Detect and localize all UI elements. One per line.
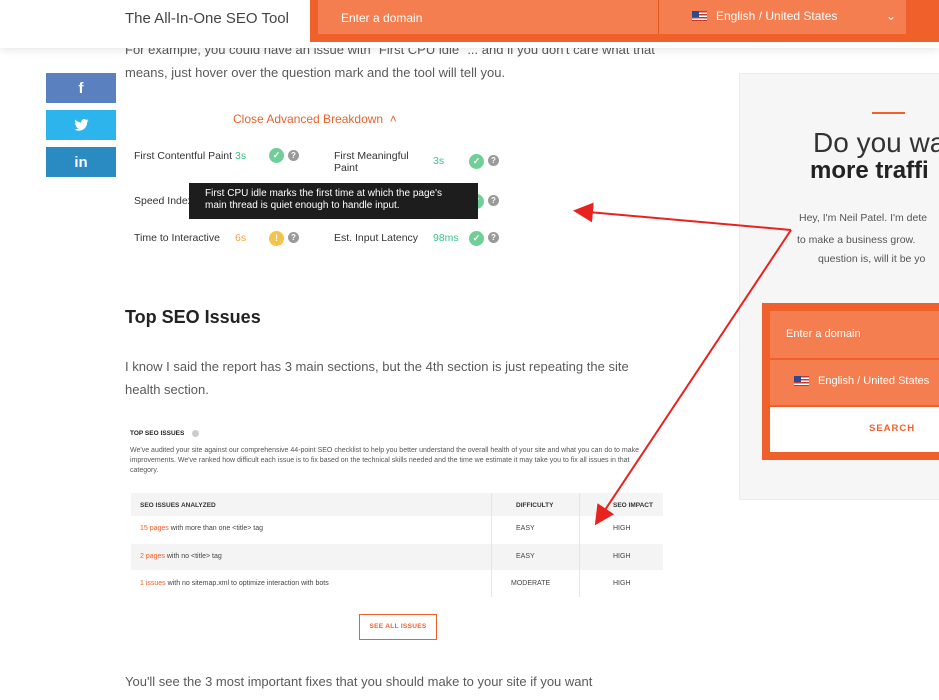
metric-eil-label: Est. Input Latency [334, 232, 419, 244]
sidebar-language: English / United States [794, 375, 929, 387]
see-all-issues-button[interactable]: SEE ALL ISSUES [359, 614, 437, 640]
facebook-icon: f [78, 79, 84, 97]
difficulty-cell: MODERATE [511, 580, 551, 587]
column-header: DIFFICULTY [516, 502, 554, 509]
divider [491, 493, 492, 597]
header-domain-input-group: Enter a domain English / United States ⌄ [318, 0, 906, 34]
facebook-share-button[interactable]: f [46, 73, 116, 103]
sidebar-text: to make a business grow. [797, 234, 916, 246]
linkedin-icon: in [74, 153, 88, 171]
warning-icon: ! [269, 231, 284, 246]
top-header: The All-In-One SEO Tool Enter a domain E… [0, 0, 939, 48]
header-domain-input[interactable]: Enter a domain [341, 11, 422, 25]
sidebar-text: question is, will it be yo [818, 253, 926, 265]
brand-title: The All-In-One SEO Tool [125, 10, 289, 27]
table-row: 15 pages with more than one <title> tag … [131, 516, 663, 542]
help-icon[interactable]: ? [488, 155, 499, 166]
issue-link[interactable]: 15 pages [140, 525, 169, 532]
column-header: SEO ISSUES ANALYZED [140, 502, 216, 509]
info-icon [192, 430, 199, 437]
close-breakdown-label: Close Advanced Breakdown [233, 112, 384, 126]
search-label: SEARCH [869, 423, 916, 434]
accent-divider [872, 112, 905, 114]
sidebar-domain-form: Enter a domain English / United States S… [762, 303, 939, 460]
table-row: 1 issues with no sitemap.xml to optimize… [131, 571, 663, 597]
column-header: SEO IMPACT [613, 502, 653, 509]
metric-eil-value: 98ms [433, 232, 459, 244]
paragraph-sections: I know I said the report has 3 main sect… [125, 359, 629, 397]
metric-tti-value: 6s [235, 232, 247, 244]
sidebar-language-label: English / United States [818, 375, 930, 387]
check-icon: ✓ [469, 231, 484, 246]
table-row: 2 pages with no <title> tag EASY HIGH [131, 544, 663, 570]
impact-cell: HIGH [613, 580, 631, 587]
language-label: English / United States [716, 9, 838, 23]
metric-fcp-label: First Contentful Paint [134, 150, 233, 162]
issue-link[interactable]: 2 pages [140, 553, 165, 560]
section-title: Top SEO Issues [125, 307, 261, 327]
tooltip: First CPU idle marks the first time at w… [189, 183, 478, 219]
paragraph-fixes: You'll see the 3 most important fixes th… [125, 674, 593, 689]
sidebar-text: Hey, I'm Neil Patel. I'm dete [799, 212, 928, 224]
us-flag-icon [692, 11, 707, 21]
table-header: SEO ISSUES ANALYZED DIFFICULTY SEO IMPAC… [131, 493, 663, 516]
report-description: We've audited your site against our comp… [130, 447, 640, 474]
help-icon[interactable]: ? [488, 195, 499, 206]
linkedin-share-button[interactable]: in [46, 147, 116, 177]
difficulty-cell: EASY [516, 553, 535, 560]
metric-fcp-value: 3s [235, 150, 247, 162]
divider [579, 493, 580, 597]
us-flag-icon [794, 376, 809, 386]
header-language-select[interactable]: English / United States [692, 9, 837, 23]
help-icon[interactable]: ? [488, 232, 499, 243]
close-advanced-breakdown-link[interactable]: Close Advanced Breakdown ˄ [233, 112, 397, 126]
report-title: TOP SEO ISSUES [130, 430, 185, 437]
metric-speed-label: Speed Index [134, 195, 192, 207]
help-icon[interactable]: ? [288, 150, 299, 161]
sidebar-heading-line1: Do you wa [813, 127, 939, 158]
chevron-down-icon[interactable]: ⌄ [886, 9, 896, 23]
issue-text: with no <title> tag [164, 553, 222, 560]
sidebar-heading-line2: more traffi [810, 157, 929, 184]
chevron-up-icon: ˄ [386, 112, 397, 126]
twitter-icon [73, 119, 89, 131]
difficulty-cell: EASY [516, 525, 535, 532]
metric-fmp-label: First Meaningful Paint [334, 150, 409, 174]
twitter-share-button[interactable]: t [46, 110, 116, 140]
check-icon: ✓ [469, 154, 484, 169]
issue-link[interactable]: 1 issues [140, 580, 166, 587]
metric-tti-label: Time to Interactive [134, 232, 220, 244]
impact-cell: HIGH [613, 525, 631, 532]
check-icon: ✓ [269, 148, 284, 163]
help-icon[interactable]: ? [288, 232, 299, 243]
issue-text: with no sitemap.xml to optimize interact… [165, 580, 329, 587]
header-domain-form: Enter a domain English / United States ⌄ [310, 0, 939, 42]
metric-fmp-value: 3s [433, 155, 445, 167]
divider [658, 0, 659, 34]
issue-text: with more than one <title> tag [168, 525, 263, 532]
sidebar-domain-placeholder: Enter a domain [786, 328, 861, 340]
impact-cell: HIGH [613, 553, 631, 560]
